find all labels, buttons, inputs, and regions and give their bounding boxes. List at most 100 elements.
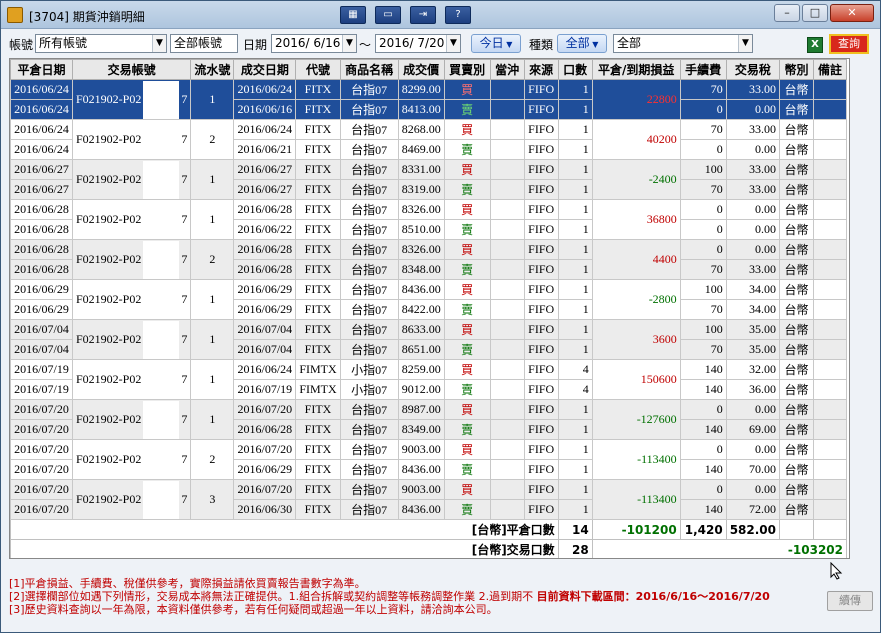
- today-button[interactable]: 今日 ▼: [471, 34, 521, 53]
- excel-icon[interactable]: X: [807, 37, 823, 53]
- column-header[interactable]: 成交價: [397, 59, 445, 80]
- product-name-cell: 台指07: [339, 339, 399, 360]
- window-icon[interactable]: ▭: [375, 6, 401, 24]
- side-cell: 賣: [443, 379, 491, 400]
- fee-cell: 0: [679, 399, 727, 420]
- column-header[interactable]: 手續費: [679, 59, 727, 80]
- account-select[interactable]: 所有帳號 ▼: [35, 34, 167, 53]
- product-select[interactable]: 全部 ▼: [613, 34, 753, 53]
- tax-cell: 35.00: [725, 319, 781, 340]
- account-cell: F021902-P02 7: [71, 199, 192, 240]
- code-cell: FITX: [295, 279, 341, 300]
- title-bar: [3704] 期貨沖銷明細 ▦ ▭ ⇥ ? – □ ✕: [1, 1, 880, 29]
- column-header[interactable]: 買賣別: [443, 59, 491, 80]
- table-row[interactable]: 2016/07/20 F021902-P02 7 2 2016/07/20 FITX 台指0…: [10, 439, 847, 480]
- trade-date-cell: 2016/06/21: [233, 139, 297, 160]
- trade-date-cell: 2016/06/24: [233, 79, 297, 100]
- export-icon[interactable]: ⇥: [410, 6, 436, 24]
- pl-cell: 40200: [591, 119, 681, 160]
- remark-cell: [813, 239, 847, 260]
- remark-cell: [813, 79, 847, 100]
- table-row[interactable]: 2016/06/24 F021902-P02 7 2 2016/06/24 FITX 台指0…: [10, 119, 847, 160]
- qty-cell: 1: [557, 139, 593, 160]
- close-date-cell: 2016/06/28: [10, 239, 73, 260]
- tax-cell: 69.00: [725, 419, 781, 440]
- table-row[interactable]: 2016/06/24 F021902-P02 7 1 2016/06/24 FITX 台指0…: [10, 79, 847, 120]
- column-header[interactable]: 商品名稱: [339, 59, 399, 80]
- daytrade-cell: [489, 319, 525, 340]
- chevron-down-icon: ▼: [503, 40, 513, 49]
- remark-cell: [813, 439, 847, 460]
- code-cell: FITX: [295, 439, 341, 460]
- remark-cell: [813, 279, 847, 300]
- column-header[interactable]: 口數: [557, 59, 593, 80]
- close-date-cell: 2016/07/19: [10, 379, 73, 400]
- account-suffix: 7: [181, 331, 188, 346]
- daytrade-cell: [489, 79, 525, 100]
- serial-cell: 2: [190, 439, 235, 480]
- qty-cell: 1: [557, 99, 593, 120]
- table-row[interactable]: 2016/06/27 F021902-P02 7 1 2016/06/27 FITX 台指0…: [10, 159, 847, 200]
- side-cell: 買: [443, 159, 491, 180]
- fee-cell: 140: [679, 419, 727, 440]
- daytrade-cell: [489, 379, 525, 400]
- date-to-picker[interactable]: 2016/ 7/20 ▼: [375, 34, 461, 53]
- columns-icon[interactable]: ▦: [340, 6, 366, 24]
- summary-net: -103202: [591, 539, 848, 558]
- table-row[interactable]: 2016/07/20 F021902-P02 7 3 2016/07/20 FITX 台指0…: [10, 479, 847, 520]
- query-button[interactable]: 查詢: [829, 34, 869, 54]
- pl-cell: -127600: [591, 399, 681, 440]
- remark-cell: [813, 359, 847, 380]
- close-date-cell: 2016/06/27: [10, 159, 73, 180]
- date-from-picker[interactable]: 2016/ 6/16 ▼: [271, 34, 357, 53]
- currency-cell: 台幣: [779, 119, 814, 140]
- help-icon[interactable]: ?: [445, 6, 471, 24]
- tax-cell: 33.00: [725, 79, 781, 100]
- tax-cell: 0.00: [725, 199, 781, 220]
- table-row[interactable]: 2016/06/28 F021902-P02 7 1 2016/06/28 FITX 台指0…: [10, 199, 847, 240]
- column-header[interactable]: 平倉日期: [10, 59, 73, 80]
- column-header[interactable]: 代號: [295, 59, 341, 80]
- table-row[interactable]: 2016/07/19 F021902-P02 7 1 2016/06/24 FIMTX 小指…: [10, 359, 847, 400]
- table-row[interactable]: 2016/06/28 F021902-P02 7 2 2016/06/28 FITX 台指0…: [10, 239, 847, 280]
- account-suffix: 7: [181, 451, 188, 466]
- currency-cell: 台幣: [779, 319, 814, 340]
- maximize-button[interactable]: □: [802, 4, 828, 22]
- column-header[interactable]: 當沖: [489, 59, 525, 80]
- minimize-button[interactable]: –: [774, 4, 800, 22]
- qty-cell: 1: [557, 179, 593, 200]
- column-header[interactable]: 幣別: [779, 59, 814, 80]
- code-cell: FITX: [295, 319, 341, 340]
- result-grid[interactable]: 平倉日期 交易帳號 流水號 成交日期 代號 商品名稱 成交價 買賣別 當沖 來源 口數 平倉/到期損益…: [9, 58, 850, 559]
- side-cell: 賣: [443, 219, 491, 240]
- summary-trade-label: [台幣]交易口數: [10, 539, 559, 558]
- fee-cell: 70: [679, 259, 727, 280]
- account-name-field[interactable]: 全部帳號: [170, 34, 238, 53]
- column-header[interactable]: 來源: [523, 59, 559, 80]
- continue-button[interactable]: 續傳: [827, 591, 873, 611]
- trade-date-cell: 2016/06/16: [233, 99, 297, 120]
- notes: [1]平倉損益、手續費、稅僅供參考，實際損益請依買賣報告書數字為準。 [2]選擇…: [9, 577, 799, 616]
- qty-cell: 1: [557, 119, 593, 140]
- fee-cell: 0: [679, 139, 727, 160]
- price-cell: 9012.00: [397, 379, 445, 400]
- column-header[interactable]: 交易帳號: [71, 59, 192, 80]
- fee-cell: 70: [679, 339, 727, 360]
- remark-cell: [813, 479, 847, 500]
- remark-cell: [813, 459, 847, 480]
- type-select[interactable]: 全部 ▼: [557, 34, 607, 53]
- table-row[interactable]: 2016/07/20 F021902-P02 7 1 2016/07/20 FITX 台指0…: [10, 399, 847, 440]
- code-cell: FITX: [295, 299, 341, 320]
- table-row[interactable]: 2016/07/04 F021902-P02 7 1 2016/07/04 FITX 台指0…: [10, 319, 847, 360]
- fee-cell: 140: [679, 379, 727, 400]
- column-header[interactable]: 交易稅: [725, 59, 781, 80]
- column-header[interactable]: 平倉/到期損益: [591, 59, 681, 80]
- remark-cell: [813, 419, 847, 440]
- column-header[interactable]: 備註: [813, 59, 847, 80]
- source-cell: FIFO: [523, 419, 559, 440]
- table-row[interactable]: 2016/06/29 F021902-P02 7 1 2016/06/29 FITX 台指0…: [10, 279, 847, 320]
- column-header[interactable]: 成交日期: [233, 59, 297, 80]
- fee-cell: 140: [679, 359, 727, 380]
- close-button[interactable]: ✕: [830, 4, 874, 22]
- column-header[interactable]: 流水號: [190, 59, 235, 80]
